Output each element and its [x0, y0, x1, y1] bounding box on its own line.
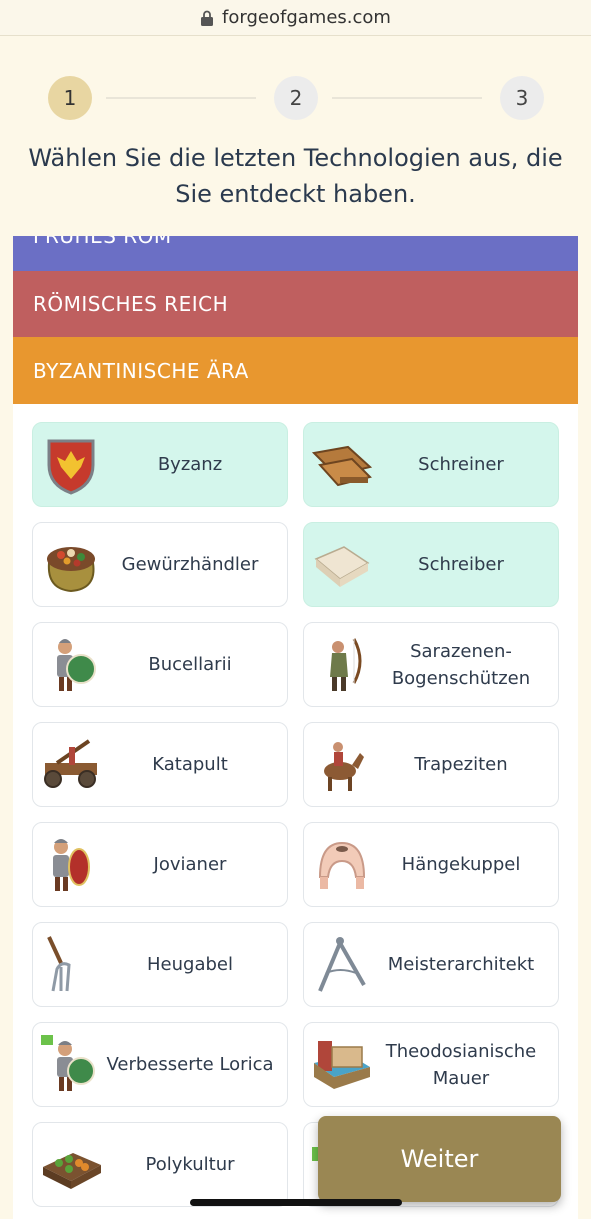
- step-connector: [106, 97, 256, 99]
- next-button[interactable]: Weiter: [318, 1116, 561, 1202]
- crop-field-icon: [43, 1152, 101, 1189]
- question-text: Wählen Sie die letzten Technologien aus,…: [28, 144, 563, 208]
- tech-label: Heugabel: [147, 954, 233, 975]
- dome-icon: [318, 841, 366, 889]
- tech-label: Sarazenen-Bogenschützen: [391, 640, 531, 689]
- tech-label: Schreiber: [418, 554, 504, 575]
- era-label: FRÜHES ROM: [33, 236, 172, 248]
- tech-card-heugabel[interactable]: Heugabel: [32, 922, 288, 1007]
- step-1[interactable]: 1: [48, 76, 92, 120]
- tech-label: Hängekuppel: [401, 854, 521, 875]
- wood-planks-icon: [311, 445, 373, 486]
- tech-panel: FRÜHES ROM RÖMISCHES REICH BYZANTINISCHE…: [13, 236, 578, 1219]
- tech-card-byzanz[interactable]: Byzanz: [32, 422, 288, 507]
- step-3[interactable]: 3: [500, 76, 544, 120]
- soldier-shield-icon: [57, 638, 96, 691]
- tech-card-katapult[interactable]: Katapult: [32, 722, 288, 807]
- home-indicator: [190, 1199, 402, 1206]
- pitchfork-icon: [47, 935, 71, 991]
- spice-sack-icon: [47, 546, 95, 592]
- tech-label: Katapult: [152, 754, 228, 775]
- tech-card-haengekuppel[interactable]: Hängekuppel: [303, 822, 559, 907]
- tech-label: Theodosianische Mauer: [385, 1040, 537, 1089]
- step-connector: [332, 97, 482, 99]
- tech-label: Byzanz: [157, 454, 223, 475]
- horseman-icon: [324, 741, 364, 791]
- tech-card-sarazenen[interactable]: Sarazenen-Bogenschützen: [303, 622, 559, 707]
- era-label: RÖMISCHES REICH: [33, 292, 229, 316]
- tech-card-jovianer[interactable]: Jovianer: [32, 822, 288, 907]
- tech-card-theodosianische-mauer[interactable]: Theodosianische Mauer: [303, 1022, 559, 1107]
- tech-label: Trapeziten: [414, 754, 508, 775]
- era-header-roman-empire[interactable]: RÖMISCHES REICH: [13, 271, 578, 337]
- tech-card-schreiner[interactable]: Schreiner: [303, 422, 559, 507]
- tech-label: Meisterarchitekt: [387, 954, 535, 975]
- soldier-red-shield-icon: [53, 838, 90, 891]
- shield-eagle-icon: [47, 439, 95, 495]
- lock-icon: [201, 10, 214, 26]
- soldier-upgrade-icon: [41, 1034, 95, 1091]
- wall-icon: [314, 1040, 370, 1089]
- tech-card-gewuerzhaendler[interactable]: Gewürzhändler: [32, 522, 288, 607]
- url-text: forgeofgames.com: [222, 7, 391, 28]
- catapult-icon: [44, 738, 97, 788]
- tech-label: Gewürzhändler: [121, 554, 259, 575]
- tech-card-schreiber[interactable]: Schreiber: [303, 522, 559, 607]
- tech-label: Jovianer: [153, 854, 227, 875]
- tech-label: Verbesserte Lorica: [106, 1054, 274, 1075]
- era-header-early-rome[interactable]: FRÜHES ROM: [13, 236, 578, 271]
- tech-card-verbesserte-lorica[interactable]: Verbesserte Lorica: [32, 1022, 288, 1107]
- stepper: 1 2 3: [48, 76, 544, 120]
- era-header-byzantine[interactable]: BYZANTINISCHE ÄRA: [13, 337, 578, 404]
- archer-icon: [330, 637, 362, 691]
- step-2[interactable]: 2: [274, 76, 318, 120]
- compass-icon: [318, 936, 366, 992]
- tech-label: Bucellarii: [148, 654, 232, 675]
- tech-label: Polykultur: [145, 1154, 235, 1175]
- paper-stack-icon: [314, 545, 370, 587]
- tech-card-trapeziten[interactable]: Trapeziten: [303, 722, 559, 807]
- url-bar[interactable]: forgeofgames.com: [0, 0, 591, 36]
- tech-card-bucellarii[interactable]: Bucellarii: [32, 622, 288, 707]
- era-label: BYZANTINISCHE ÄRA: [33, 358, 249, 383]
- tech-label: Schreiner: [418, 454, 504, 475]
- tech-card-polykultur[interactable]: Polykultur: [32, 1122, 288, 1207]
- tech-card-meisterarchitekt[interactable]: Meisterarchitekt: [303, 922, 559, 1007]
